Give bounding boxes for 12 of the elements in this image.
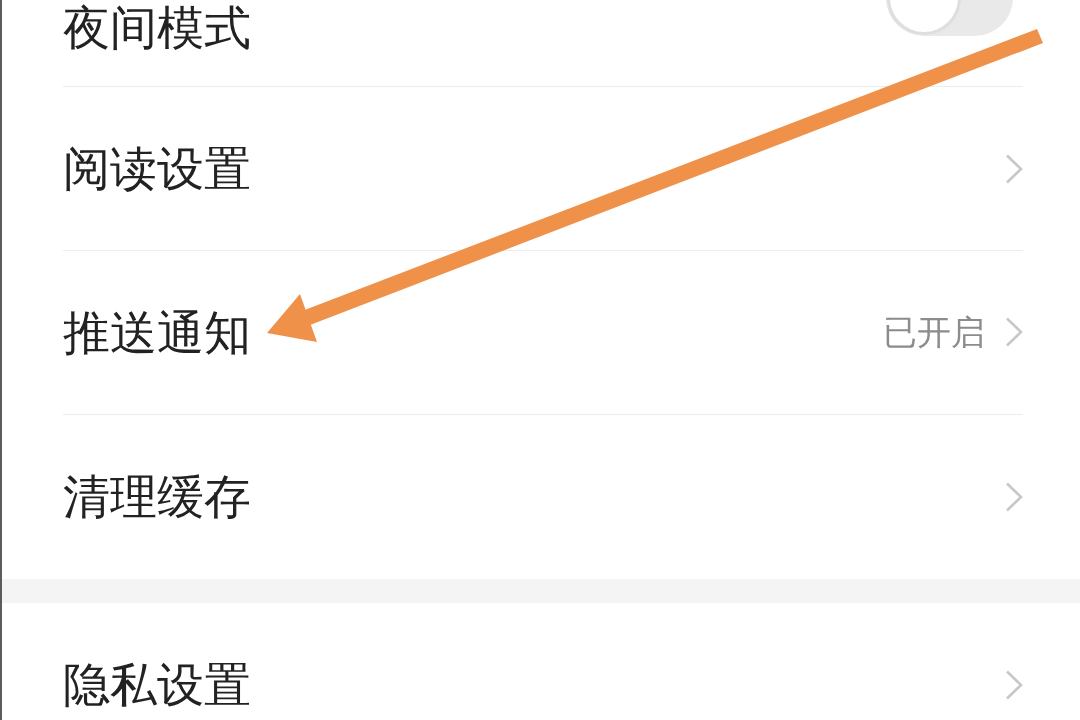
setting-label: 隐私设置 — [63, 659, 251, 711]
setting-label: 阅读设置 — [63, 142, 251, 195]
chevron-right-icon — [1005, 153, 1023, 184]
chevron-right-icon — [1005, 317, 1023, 348]
settings-item[interactable]: 清理缓存 — [63, 415, 1023, 579]
setting-label: 清理缓存 — [63, 471, 251, 523]
chevron-right-icon — [1005, 670, 1023, 700]
setting-label: 推送通知 — [63, 306, 251, 359]
chevron-right-icon — [1005, 482, 1023, 512]
settings-item[interactable]: 隐私设置 — [63, 603, 1023, 720]
setting-label: 夜间模式 — [63, 2, 251, 54]
setting-value: 已开启 — [883, 313, 985, 352]
